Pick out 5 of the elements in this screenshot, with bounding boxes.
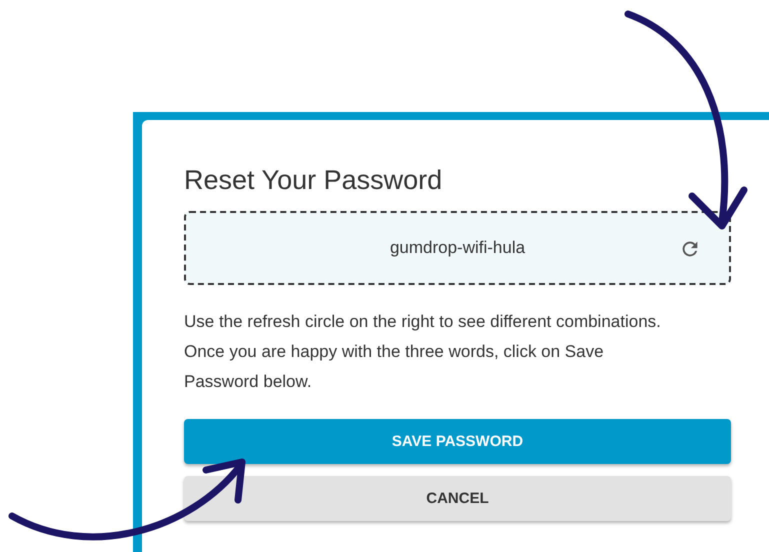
- instructions-text: Use the refresh circle on the right to see different combinations. Once you are happy with the three words, click on Save Password below.: [184, 311, 662, 393]
- password-text: gumdrop-wifi-hula: [390, 238, 526, 258]
- password-field[interactable]: gumdrop-wifi-hula: [184, 211, 731, 285]
- cancel-button[interactable]: CANCEL: [184, 476, 731, 521]
- dialog-title: Reset Your Password: [184, 164, 444, 196]
